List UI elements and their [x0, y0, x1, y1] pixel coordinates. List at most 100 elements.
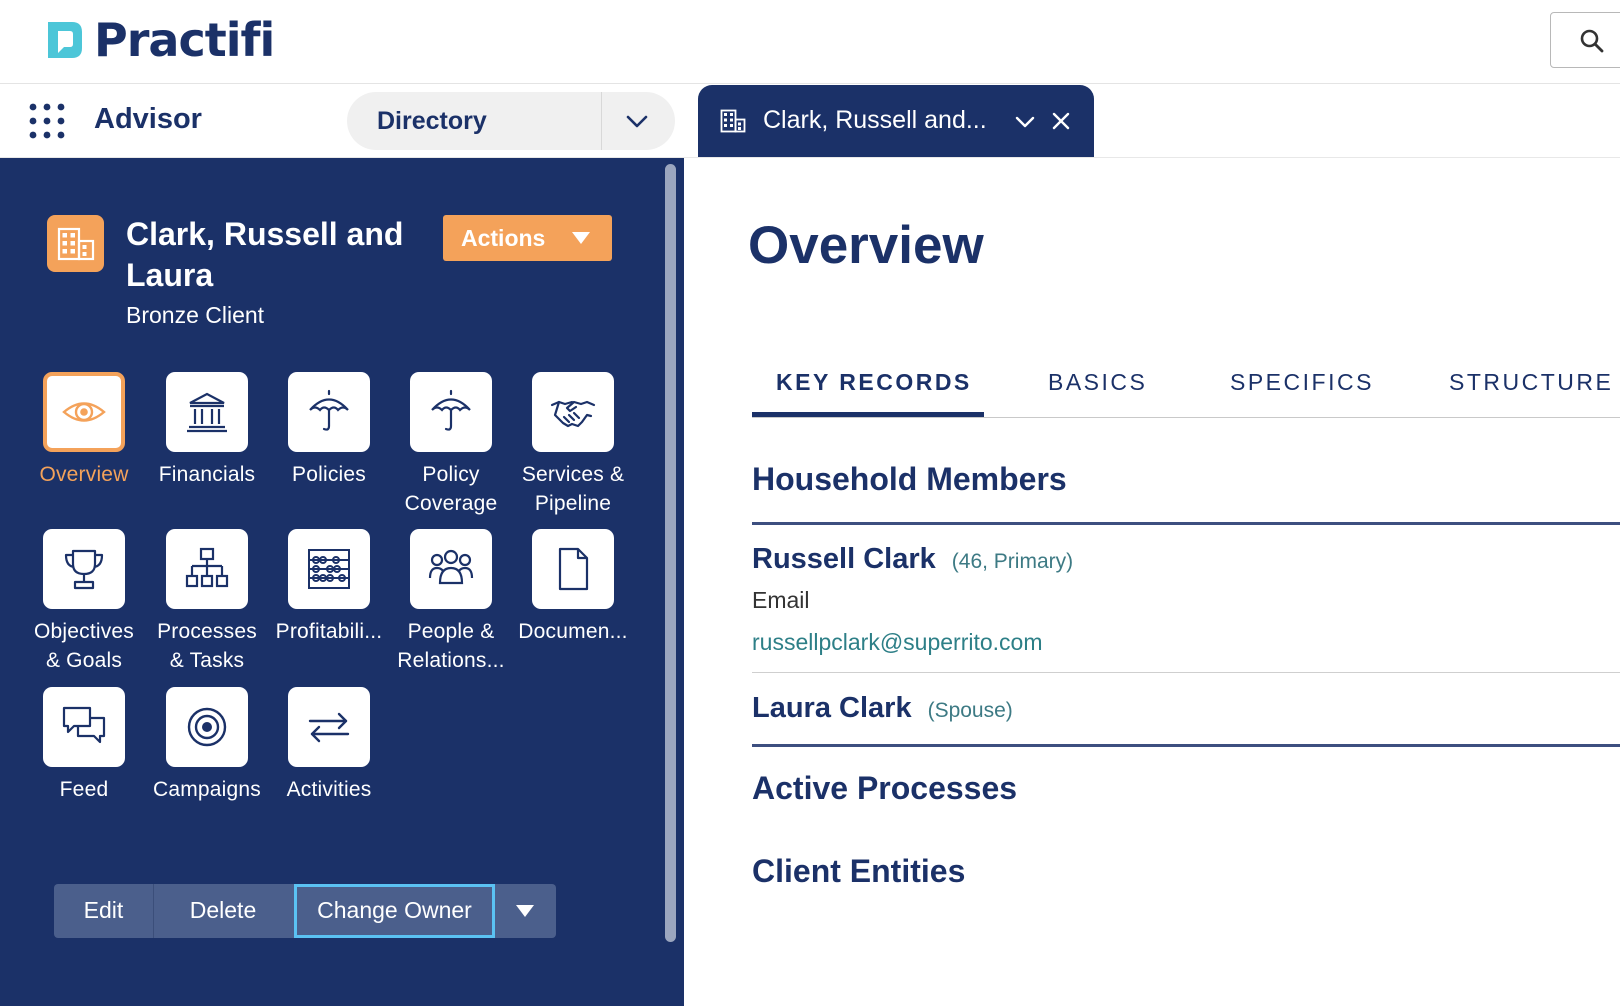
- content-tabs: KEY RECORDS BASICS SPECIFICS STRUCTURE: [752, 360, 1620, 418]
- delete-label[interactable]: Delete: [154, 897, 292, 924]
- tile-box[interactable]: [43, 687, 125, 767]
- tile-box[interactable]: [43, 529, 125, 609]
- nav-tile-campaigns[interactable]: Campaigns: [144, 687, 270, 804]
- tile-label[interactable]: Overview: [21, 460, 147, 489]
- umbrella-icon: [309, 389, 349, 431]
- tile-label[interactable]: Financials: [144, 460, 270, 489]
- record-tab-label[interactable]: Clark, Russell and...: [763, 106, 987, 135]
- tile-label[interactable]: Policy Coverage: [388, 460, 514, 518]
- tile-box[interactable]: [410, 529, 492, 609]
- active-processes-title[interactable]: Active Processes: [752, 770, 1017, 807]
- sidebar-scrollbar[interactable]: [665, 164, 676, 942]
- practifi-logo-icon: [48, 22, 82, 58]
- actions-label[interactable]: Actions: [461, 225, 545, 252]
- change-owner-label[interactable]: Change Owner: [297, 897, 492, 924]
- abacus-icon: [308, 549, 350, 589]
- email-label: Email: [752, 587, 810, 613]
- tile-box[interactable]: [532, 529, 614, 609]
- actions-button[interactable]: Actions: [443, 215, 612, 261]
- nav-tile-people-relationships[interactable]: People & Relations...: [388, 529, 514, 675]
- member-laura-clark[interactable]: Laura Clark (Spouse): [752, 692, 1013, 725]
- tab-key-records[interactable]: KEY RECORDS: [776, 369, 972, 396]
- change-owner-button[interactable]: Change Owner: [294, 884, 495, 938]
- document-icon: [558, 547, 589, 591]
- tab-basics[interactable]: BASICS: [1048, 369, 1147, 396]
- member-name[interactable]: Laura Clark: [752, 692, 912, 724]
- chat-icon: [62, 706, 106, 744]
- close-icon[interactable]: [1051, 111, 1071, 131]
- chevron-down-icon[interactable]: [1014, 112, 1036, 132]
- target-icon: [187, 707, 227, 747]
- record-button-group: Edit Delete Change Owner: [54, 884, 556, 938]
- nav-tile-overview[interactable]: Overview: [21, 372, 147, 489]
- top-bar: Practifi: [0, 0, 1620, 84]
- record-sidebar: Clark, Russell and Laura Bronze Client A…: [0, 158, 684, 1006]
- tile-box[interactable]: [43, 372, 125, 452]
- nav-tile-policy-coverage[interactable]: Policy Coverage: [388, 372, 514, 518]
- page-title: Overview: [748, 216, 984, 275]
- nav-tile-policies[interactable]: Policies: [266, 372, 392, 489]
- tile-box[interactable]: [288, 372, 370, 452]
- tile-label[interactable]: Objectives & Goals: [21, 617, 147, 675]
- directory-divider: [601, 92, 602, 150]
- trophy-icon: [64, 549, 104, 590]
- caret-down-icon[interactable]: [571, 231, 591, 245]
- nav-bar: Advisor Directory Clark, Russell and...: [0, 85, 1620, 158]
- active-tab-indicator: [752, 412, 984, 417]
- edit-label[interactable]: Edit: [54, 897, 153, 924]
- member-russell-clark[interactable]: Russell Clark (46, Primary): [752, 543, 1073, 576]
- nav-tile-processes-tasks[interactable]: Processes & Tasks: [144, 529, 270, 675]
- record-title: Clark, Russell and Laura: [126, 216, 404, 293]
- tile-box[interactable]: [288, 687, 370, 767]
- delete-button[interactable]: Delete: [153, 884, 292, 938]
- tile-label[interactable]: Feed: [21, 775, 147, 804]
- nav-tile-services-pipeline[interactable]: Services & Pipeline: [510, 372, 636, 518]
- tile-box[interactable]: [166, 372, 248, 452]
- chevron-down-icon[interactable]: [625, 110, 649, 132]
- client-entities-title[interactable]: Client Entities: [752, 853, 965, 890]
- tile-label[interactable]: Documen...: [510, 617, 636, 646]
- nav-tile-financials[interactable]: Financials: [144, 372, 270, 489]
- tab-specifics[interactable]: SPECIFICS: [1230, 369, 1374, 396]
- nav-tile-feed[interactable]: Feed: [21, 687, 147, 804]
- section-divider: [752, 744, 1620, 747]
- tile-box[interactable]: [166, 529, 248, 609]
- member-divider: [752, 672, 1620, 673]
- tile-label[interactable]: People & Relations...: [388, 617, 514, 675]
- tile-box[interactable]: [410, 372, 492, 452]
- app-name: Advisor: [94, 103, 202, 135]
- directory-label[interactable]: Directory: [377, 107, 487, 136]
- practifi-logo[interactable]: Practifi: [42, 13, 275, 67]
- tile-label[interactable]: Policies: [266, 460, 392, 489]
- people-icon: [428, 549, 474, 585]
- email-link[interactable]: russellpclark@superrito.com: [752, 629, 1043, 656]
- global-search[interactable]: [1550, 12, 1620, 68]
- tile-label[interactable]: Services & Pipeline: [510, 460, 636, 518]
- search-icon: [1580, 29, 1604, 53]
- tile-label[interactable]: Campaigns: [144, 775, 270, 804]
- bank-icon: [187, 392, 227, 433]
- building-icon: [57, 227, 95, 261]
- tile-label[interactable]: Profitabili...: [266, 617, 392, 646]
- tile-box[interactable]: [166, 687, 248, 767]
- member-name[interactable]: Russell Clark: [752, 543, 936, 575]
- nav-tile-activities[interactable]: Activities: [266, 687, 392, 804]
- logo-text: Practifi: [94, 13, 275, 67]
- nav-tile-objectives-goals[interactable]: Objectives & Goals: [21, 529, 147, 675]
- edit-button[interactable]: Edit: [54, 884, 153, 938]
- nav-tile-documents[interactable]: Documen...: [510, 529, 636, 646]
- more-actions-button[interactable]: [495, 884, 556, 938]
- record-icon: [47, 215, 104, 272]
- practifi-app: Practifi Advisor Directory Clark, Russel…: [0, 0, 1620, 1006]
- tile-box[interactable]: [288, 529, 370, 609]
- tile-label[interactable]: Activities: [266, 775, 392, 804]
- app-launcher-icon[interactable]: [28, 102, 66, 140]
- tile-label[interactable]: Processes & Tasks: [144, 617, 270, 675]
- record-tab[interactable]: Clark, Russell and...: [698, 85, 1094, 157]
- household-members-title[interactable]: Household Members: [752, 461, 1067, 498]
- nav-tile-profitability[interactable]: Profitabili...: [266, 529, 392, 646]
- directory-nav[interactable]: Directory: [347, 92, 675, 150]
- tile-box[interactable]: [532, 372, 614, 452]
- tab-structure[interactable]: STRUCTURE: [1449, 369, 1613, 396]
- arrows-icon: [308, 712, 350, 743]
